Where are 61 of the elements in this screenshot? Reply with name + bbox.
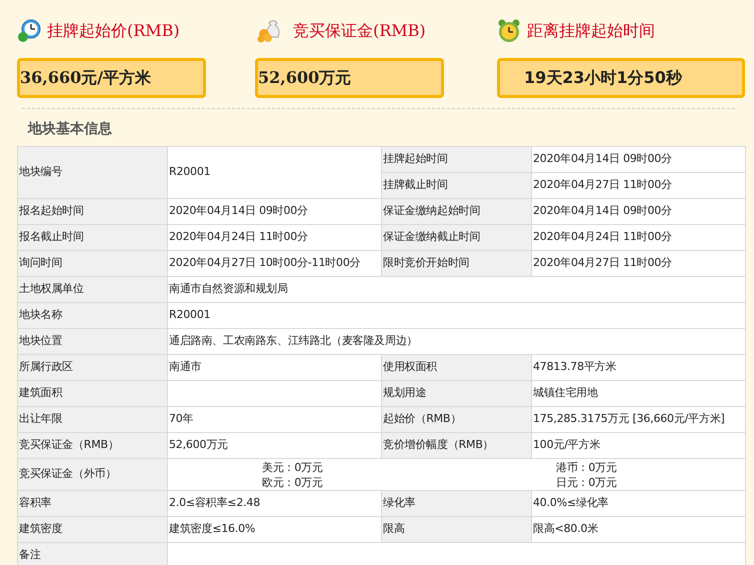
field-value: 70年 — [168, 406, 382, 432]
field-value: 175,285.3175万元 [36,660元/平方米] — [532, 406, 746, 432]
field-value: 限高<80.0米 — [532, 516, 746, 542]
currency-amount: 美元：0万元 — [262, 460, 324, 474]
field-value: 2020年04月14日 09时00分 — [532, 198, 746, 224]
field-label: 土地权属单位 — [18, 276, 168, 302]
field-label: 地块编号 — [18, 146, 168, 198]
field-label: 报名起始时间 — [18, 198, 168, 224]
field-label: 挂牌起始时间 — [382, 146, 532, 172]
field-label: 挂牌截止时间 — [382, 172, 532, 198]
field-label: 保证金缴纳起始时间 — [382, 198, 532, 224]
summary-value: 52,600万元 — [258, 67, 352, 89]
field-label: 竞买保证金（RMB） — [18, 432, 168, 458]
field-label: 起始价（RMB） — [382, 406, 532, 432]
summary-value: 36,660元/平方米 — [20, 67, 152, 89]
field-label: 绿化率 — [382, 490, 532, 516]
field-value: 南通市 — [168, 354, 382, 380]
field-label: 竞价增价幅度（RMB） — [382, 432, 532, 458]
field-value: 47813.78平方米 — [532, 354, 746, 380]
field-value: 2020年04月24日 11时00分 — [532, 224, 746, 250]
field-value: 2020年04月27日 11时00分 — [532, 250, 746, 276]
field-value: 建筑密度≤16.0% — [168, 516, 382, 542]
field-label: 保证金缴纳截止时间 — [382, 224, 532, 250]
currency-amount: 欧元：0万元 — [262, 474, 324, 490]
field-value: 城镇住宅用地 — [532, 380, 746, 406]
field-label: 使用权面积 — [382, 354, 532, 380]
field-value: 2020年04月24日 11时00分 — [168, 224, 382, 250]
summary-title: 竞买保证金(RMB) — [293, 20, 426, 42]
field-label: 容积率 — [18, 490, 168, 516]
section-title: 地块基本信息 — [26, 120, 113, 139]
alarm-clock-icon — [497, 18, 521, 44]
summary-value: 19天23小时1分50秒 — [524, 67, 682, 89]
field-value: 2020年04月14日 09时00分 — [168, 198, 382, 224]
field-label: 所属行政区 — [18, 354, 168, 380]
field-label: 地块名称 — [18, 302, 168, 328]
field-label: 竞买保证金（外币） — [18, 458, 168, 490]
field-label: 限高 — [382, 516, 532, 542]
field-value: 南通市自然资源和规划局 — [168, 276, 746, 302]
currency-amount: 日元：0万元 — [556, 474, 618, 490]
field-label: 建筑面积 — [18, 380, 168, 406]
field-value: 100元/平方米 — [532, 432, 746, 458]
field-value: 40.0%≤绿化率 — [532, 490, 746, 516]
field-value: 2.0≤容积率≤2.48 — [168, 490, 382, 516]
field-label: 询问时间 — [18, 250, 168, 276]
field-label: 地块位置 — [18, 328, 168, 354]
summary-title: 距离挂牌起始时间 — [527, 20, 655, 42]
field-value: R20001 — [168, 146, 382, 198]
field-label: 建筑密度 — [18, 516, 168, 542]
field-value: 2020年04月14日 09时00分 — [532, 146, 746, 172]
currency-amount: 港币：0万元 — [556, 460, 618, 474]
field-value: 2020年04月27日 11时00分 — [532, 172, 746, 198]
summary-title: 挂牌起始价(RMB) — [47, 20, 180, 42]
field-label: 报名截止时间 — [18, 224, 168, 250]
field-label: 出让年限 — [18, 406, 168, 432]
field-label: 规划用途 — [382, 380, 532, 406]
field-label: 备注 — [18, 542, 168, 565]
field-value: 2020年04月27日 10时00分-11时00分 — [168, 250, 382, 276]
field-value: R20001 — [168, 302, 746, 328]
field-label: 限时竞价开始时间 — [382, 250, 532, 276]
money-clock-icon — [17, 19, 41, 43]
field-value: 52,600万元 — [168, 432, 382, 458]
